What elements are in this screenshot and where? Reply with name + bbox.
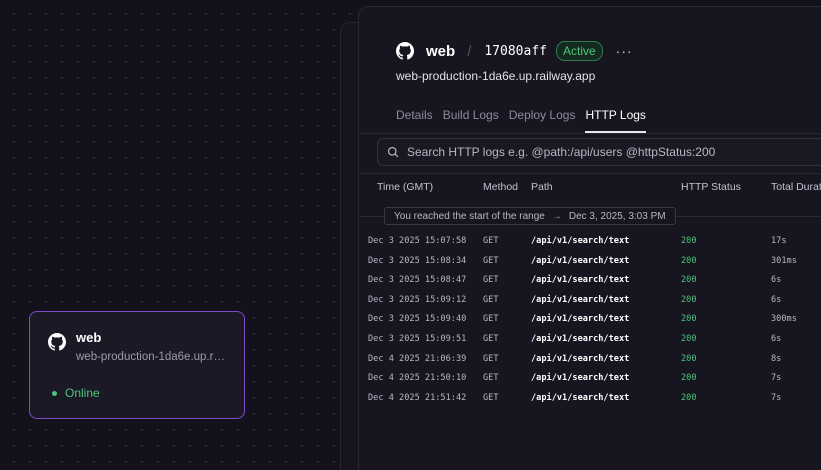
column-method[interactable]: Method xyxy=(483,181,518,193)
log-status: 200 xyxy=(681,333,697,344)
range-start-notice: You reached the start of the range → Dec… xyxy=(384,207,676,225)
log-status: 200 xyxy=(681,392,697,403)
log-path: /api/v1/search/text xyxy=(531,255,630,266)
column-time[interactable]: Time (GMT) xyxy=(377,181,433,193)
log-row[interactable]: Dec 3 2025 15:09:40 GET/api/v1/search/tex… xyxy=(359,311,821,331)
log-duration: 300ms xyxy=(771,314,797,325)
commit-hash[interactable]: 17080aff xyxy=(484,44,547,59)
tab-http-logs[interactable]: HTTP Logs xyxy=(585,108,646,133)
tab-details[interactable]: Details xyxy=(396,108,433,133)
range-notice-date: Dec 3, 2025, 3:03 PM xyxy=(568,210,666,222)
column-total-duration[interactable]: Total Duration xyxy=(771,181,821,193)
log-duration: 6s xyxy=(771,333,782,344)
card-status-label: Online xyxy=(65,386,100,400)
log-duration: 6s xyxy=(771,294,782,305)
log-method: GET xyxy=(483,236,499,246)
log-status: 200 xyxy=(681,373,697,384)
log-duration: 7s xyxy=(771,373,782,384)
log-method: GET xyxy=(483,353,499,364)
column-http-status[interactable]: HTTP Status xyxy=(681,181,741,193)
log-path: /api/v1/search/text xyxy=(531,333,630,344)
log-path: /api/v1/search/text xyxy=(531,314,630,325)
more-options-icon[interactable]: ··· xyxy=(616,44,633,58)
log-path: /api/v1/search/text xyxy=(531,294,630,305)
log-duration: 8s xyxy=(771,353,782,364)
log-row[interactable]: Dec 4 2025 21:50:10 GET/api/v1/search/tex… xyxy=(359,370,821,390)
log-method: GET xyxy=(483,294,499,305)
log-status: 200 xyxy=(681,255,697,266)
tab-divider xyxy=(359,133,821,134)
log-duration: 17s xyxy=(771,236,787,246)
card-service-name: web xyxy=(76,330,102,345)
log-time: Dec 4 2025 21:50:10 xyxy=(368,373,467,384)
log-method: GET xyxy=(483,255,499,266)
search-input[interactable] xyxy=(407,145,821,159)
github-icon xyxy=(48,333,66,351)
http-log-list: Dec 3 2025 15:07:58 GET/api/v1/search/tex… xyxy=(359,233,821,409)
log-time: Dec 3 2025 15:09:12 xyxy=(368,294,467,305)
log-row[interactable]: Dec 3 2025 15:08:34 GET/api/v1/search/tex… xyxy=(359,253,821,273)
log-method: GET xyxy=(483,275,499,286)
column-path[interactable]: Path xyxy=(531,181,553,193)
search-icon xyxy=(387,146,399,158)
log-row[interactable]: Dec 3 2025 15:08:47 GET/api/v1/search/tex… xyxy=(359,272,821,292)
log-row[interactable]: Dec 3 2025 15:09:51 GET/api/v1/search/tex… xyxy=(359,331,821,351)
log-path: /api/v1/search/text xyxy=(531,392,630,403)
panel-tabs: Details Build Logs Deploy Logs HTTP Logs xyxy=(396,108,646,133)
log-time: Dec 3 2025 15:09:40 xyxy=(368,314,467,325)
log-time: Dec 4 2025 21:06:39 xyxy=(368,353,467,364)
log-time: Dec 3 2025 15:08:47 xyxy=(368,275,467,286)
header-divider-top xyxy=(359,173,821,174)
log-row[interactable]: Dec 3 2025 15:09:12 GET/api/v1/search/tex… xyxy=(359,292,821,312)
service-card-web[interactable]: web web-production-1da6e.up.railway.app … xyxy=(29,311,245,419)
tab-deploy-logs[interactable]: Deploy Logs xyxy=(509,108,576,133)
log-time: Dec 3 2025 15:07:58 xyxy=(368,236,467,246)
breadcrumb-separator: / xyxy=(467,42,472,60)
log-duration: 301ms xyxy=(771,255,797,266)
range-notice-text: You reached the start of the range xyxy=(394,210,545,222)
log-status: 200 xyxy=(681,314,697,325)
panel-header: web / 17080aff Active ··· xyxy=(396,41,633,61)
service-panel: web / 17080aff Active ··· web-production… xyxy=(358,6,821,470)
card-service-url: web-production-1da6e.up.railway.app xyxy=(76,351,226,363)
log-method: GET xyxy=(483,392,499,403)
log-time: Dec 4 2025 21:51:42 xyxy=(368,392,467,403)
log-status: 200 xyxy=(681,275,697,286)
log-path: /api/v1/search/text xyxy=(531,236,630,246)
log-row[interactable]: Dec 4 2025 21:51:42 GET/api/v1/search/tex… xyxy=(359,390,821,410)
log-path: /api/v1/search/text xyxy=(531,373,630,384)
log-status: 200 xyxy=(681,236,697,246)
log-path: /api/v1/search/text xyxy=(531,275,630,286)
service-domain-link[interactable]: web-production-1da6e.up.railway.app xyxy=(396,69,595,83)
log-time: Dec 3 2025 15:08:34 xyxy=(368,255,467,266)
log-row[interactable]: Dec 4 2025 21:06:39 GET/api/v1/search/tex… xyxy=(359,351,821,371)
log-method: GET xyxy=(483,314,499,325)
table-header: Time (GMT) Method Path HTTP Status Total… xyxy=(359,181,821,197)
log-method: GET xyxy=(483,373,499,384)
log-time: Dec 3 2025 15:09:51 xyxy=(368,333,467,344)
log-status: 200 xyxy=(681,353,697,364)
log-method: GET xyxy=(483,333,499,344)
tab-build-logs[interactable]: Build Logs xyxy=(443,108,499,133)
panel-service-name[interactable]: web xyxy=(426,43,455,60)
log-row[interactable]: Dec 3 2025 15:07:58 GET/api/v1/search/tex… xyxy=(359,233,821,253)
search-bar[interactable] xyxy=(377,138,821,166)
log-duration: 6s xyxy=(771,275,782,286)
log-duration: 7s xyxy=(771,392,782,403)
github-icon xyxy=(396,42,414,60)
log-path: /api/v1/search/text xyxy=(531,353,630,364)
card-status: Online xyxy=(52,386,100,400)
status-badge: Active xyxy=(555,41,603,61)
status-dot-icon xyxy=(52,390,57,396)
log-status: 200 xyxy=(681,294,697,305)
arrow-right-icon: → xyxy=(551,210,562,222)
